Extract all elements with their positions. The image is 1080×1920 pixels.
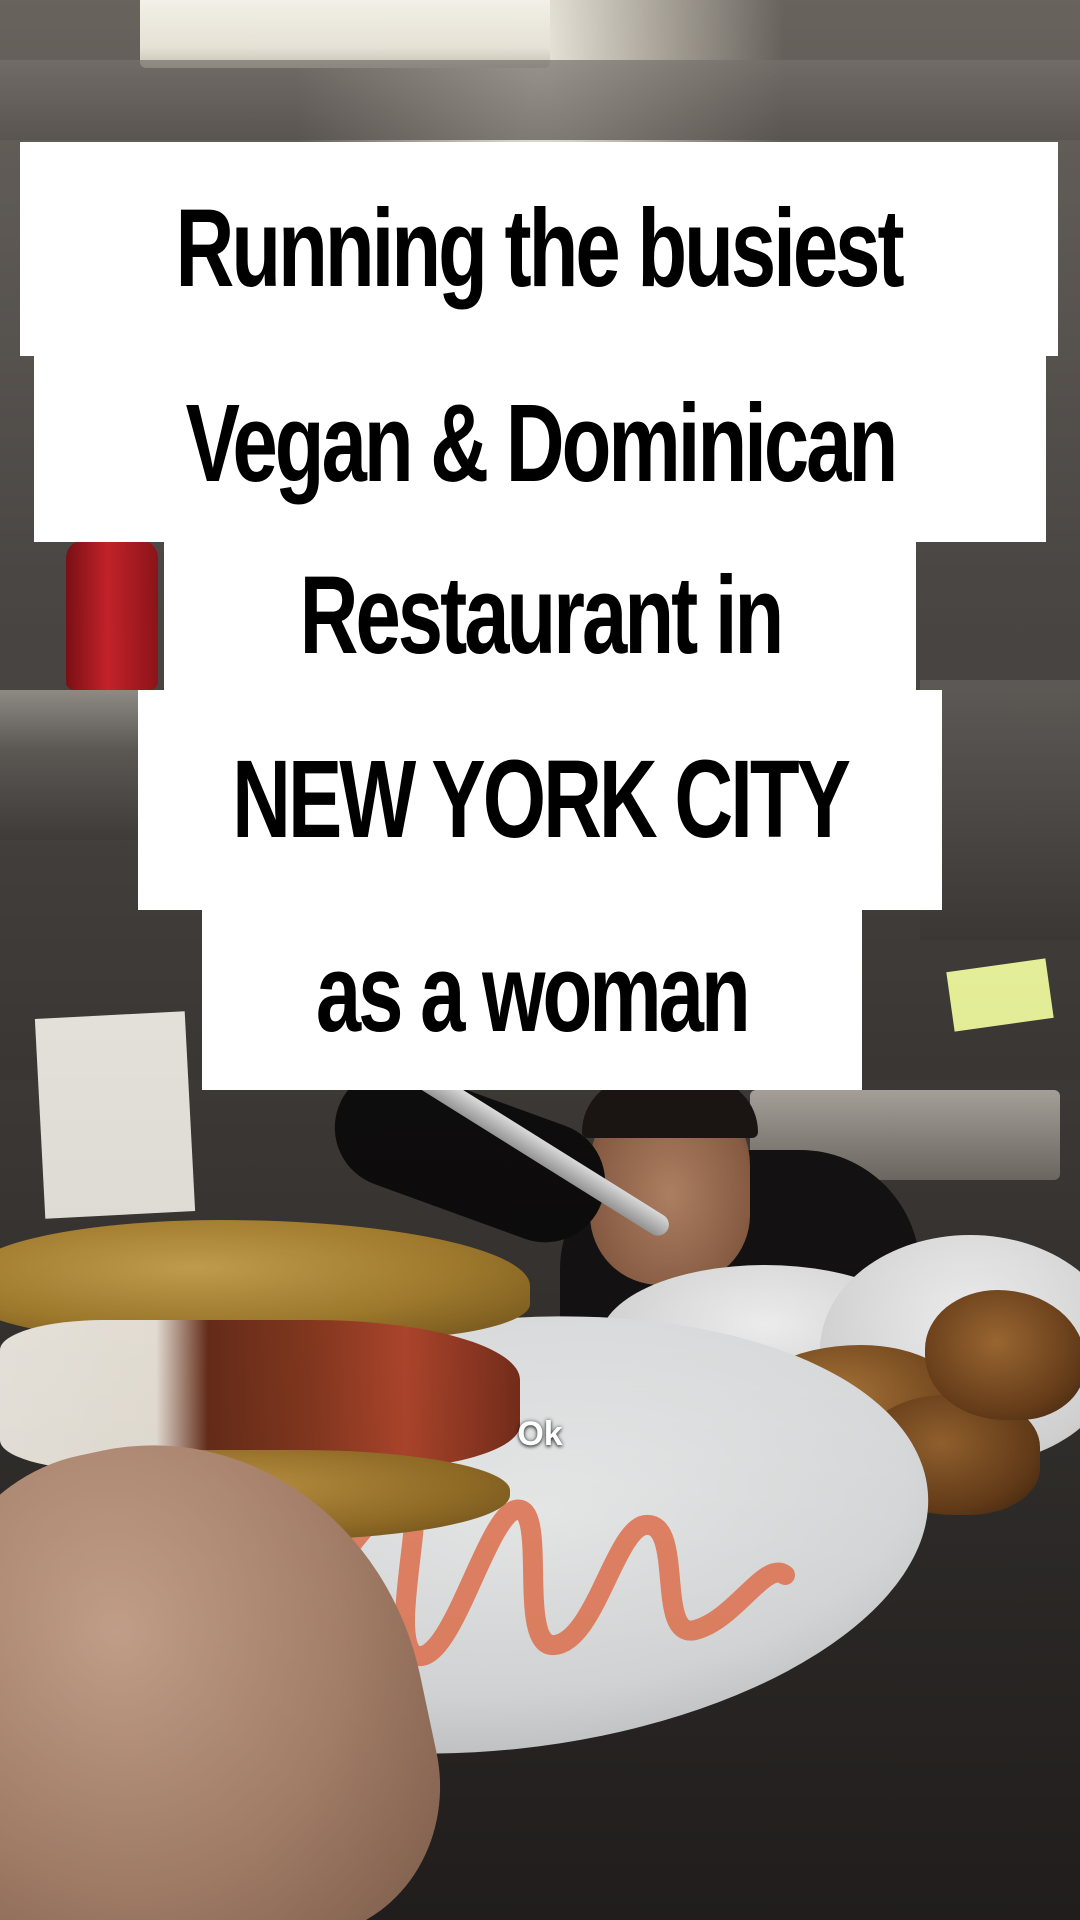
- caption-line-3-text: Restaurant in: [299, 554, 784, 677]
- caption-line-3: Restaurant in: [164, 530, 916, 702]
- caption-line-1-text: Running the busiest: [175, 187, 905, 310]
- caption-line-4-text: NEW YORK CITY: [232, 738, 851, 861]
- spoken-subtitle: Ok: [517, 1415, 563, 1453]
- caption-line-1: Running the busiest: [20, 142, 1058, 356]
- caption-line-5-text: as a woman: [316, 932, 751, 1055]
- caption-line-4: NEW YORK CITY: [138, 690, 942, 910]
- caption-line-2-text: Vegan & Dominican: [185, 382, 898, 505]
- caption-line-2: Vegan & Dominican: [34, 346, 1046, 542]
- video-frame[interactable]: Running the busiest Vegan & Dominican Re…: [0, 0, 1080, 1920]
- caption-line-5: as a woman: [202, 898, 862, 1090]
